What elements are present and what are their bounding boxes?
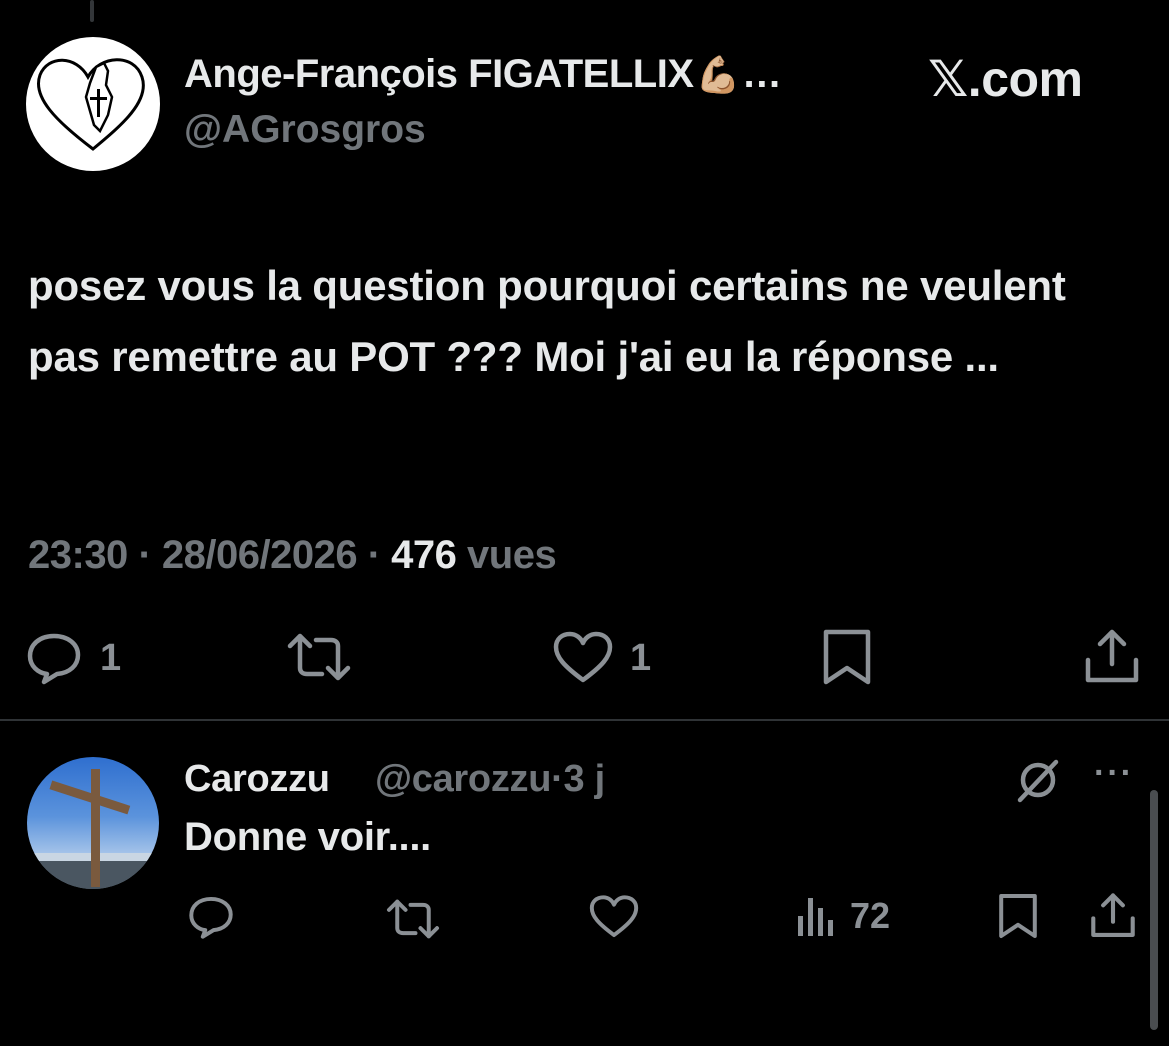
more-icon: ··· xyxy=(1094,754,1134,792)
author-avatar[interactable] xyxy=(26,37,160,171)
meta-separator: · xyxy=(138,533,152,577)
heart-icon xyxy=(589,895,639,938)
reply-retweet-button[interactable] xyxy=(384,898,442,940)
reply-share-button[interactable] xyxy=(1090,892,1136,940)
author-handle[interactable]: @AGrosgros xyxy=(184,108,426,152)
more-button[interactable]: ··· xyxy=(1094,754,1134,793)
reply-views-count: 72 xyxy=(850,895,891,936)
analytics-icon xyxy=(798,898,833,936)
bookmark-button[interactable] xyxy=(822,628,872,686)
meta-separator: · xyxy=(367,533,381,577)
reply-reply-button[interactable] xyxy=(186,894,236,940)
reply-author-meta: @carozzu·3 j xyxy=(375,758,605,801)
tweet-text: posez vous la question pourquoi certains… xyxy=(28,262,1066,380)
tweet-time[interactable]: 23:30 xyxy=(28,533,128,577)
tweet-date[interactable]: 28/06/2026 xyxy=(162,533,358,577)
reply-author-avatar[interactable] xyxy=(27,757,159,889)
reply-views-button[interactable]: 72 xyxy=(796,894,890,938)
thread-connector-line xyxy=(90,0,94,22)
cross-photo xyxy=(27,769,159,889)
x-logo-icon: 𝕏 xyxy=(928,50,968,108)
reply-like-button[interactable] xyxy=(588,894,640,940)
comment-icon xyxy=(27,633,81,685)
tweet-metadata: 23:30 · 28/06/2026 · 476 vues xyxy=(28,533,557,578)
reply-age[interactable]: 3 j xyxy=(564,758,606,800)
divider xyxy=(0,719,1169,721)
reply-text: Donne voir.... xyxy=(184,815,431,859)
grok-icon xyxy=(1017,759,1059,803)
share-icon xyxy=(1085,629,1139,683)
like-count: 1 xyxy=(630,636,652,679)
reply-button[interactable]: 1 xyxy=(24,630,121,686)
author-display-name: Ange-François FIGATELLIX xyxy=(184,52,694,96)
views-label: vues xyxy=(467,533,557,577)
retweet-button[interactable] xyxy=(284,632,354,682)
meta-separator: · xyxy=(551,758,564,800)
truncation-ellipsis: … xyxy=(741,52,782,96)
views-count: 476 xyxy=(391,533,457,577)
like-button[interactable]: 1 xyxy=(552,630,651,686)
author-display-name-row[interactable]: Ange-François FIGATELLIX💪🏼… xyxy=(184,52,782,97)
reply-count: 1 xyxy=(100,636,122,679)
heart-icon xyxy=(553,631,613,683)
reply-author-name[interactable]: Carozzu xyxy=(184,758,330,801)
comment-icon xyxy=(189,896,233,939)
x-com-logo: 𝕏.com xyxy=(928,50,1083,108)
reply-bookmark-button[interactable] xyxy=(998,892,1038,940)
grok-button[interactable] xyxy=(1014,756,1062,804)
flexed-biceps-emoji: 💪🏼 xyxy=(695,54,741,95)
retweet-icon xyxy=(287,633,351,681)
retweet-icon xyxy=(386,899,440,939)
bookmark-icon xyxy=(999,894,1037,938)
share-button[interactable] xyxy=(1084,628,1140,686)
share-icon xyxy=(1091,893,1135,937)
scrollbar[interactable] xyxy=(1150,790,1158,1030)
bookmark-icon xyxy=(823,629,871,685)
brand-suffix: .com xyxy=(967,51,1083,107)
heart-corsica-logo xyxy=(37,58,145,151)
reply-author-handle[interactable]: @carozzu xyxy=(375,758,551,800)
